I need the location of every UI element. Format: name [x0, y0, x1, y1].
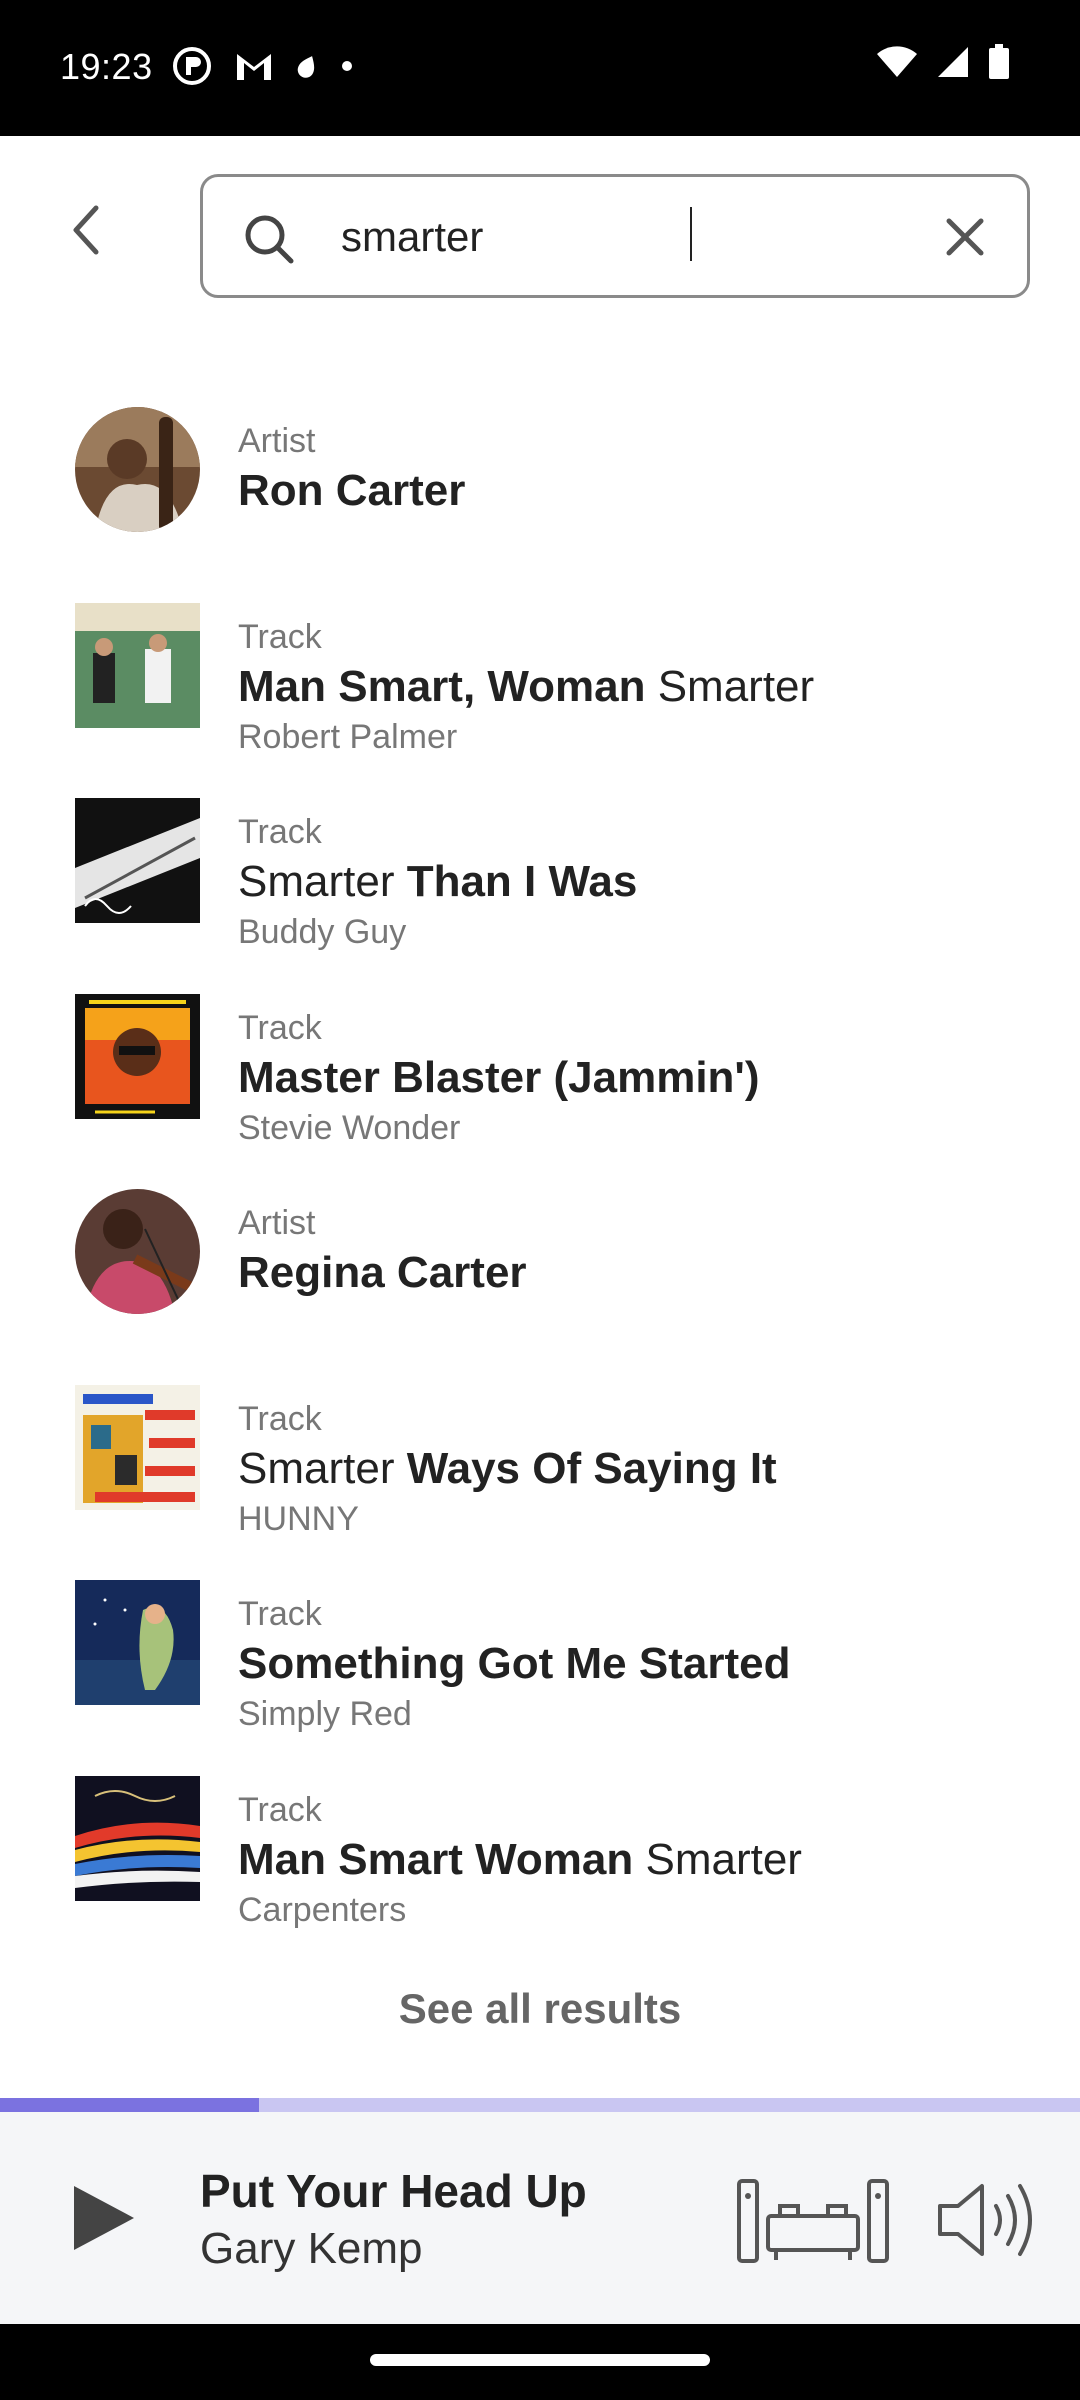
result-type: Artist — [238, 422, 316, 460]
status-time: 19:23 — [60, 46, 153, 87]
search-input[interactable] — [341, 207, 901, 267]
result-subtitle: Stevie Wonder — [238, 1108, 461, 1147]
result-text: Track Smarter Ways Of Saying It HUNNY — [238, 1399, 1040, 1541]
search-header — [0, 136, 1080, 336]
album-art-buddy-guy — [75, 798, 200, 923]
album-art-simply-red — [75, 1580, 200, 1705]
result-text: Artist Regina Carter — [238, 1203, 1040, 1301]
battery-icon — [989, 44, 1009, 79]
result-title: Man Smart, Woman Smarter — [238, 661, 815, 711]
wifi-icon — [877, 46, 917, 77]
speakers-icon[interactable] — [736, 2178, 890, 2264]
result-track-smarter-ways-of-saying-it[interactable]: Track Smarter Ways Of Saying It HUNNY — [0, 1373, 1080, 1569]
see-all-results-button[interactable]: See all results — [0, 1985, 1080, 2033]
home-indicator[interactable] — [370, 2354, 710, 2366]
result-type: Artist — [238, 1204, 316, 1242]
result-subtitle: Simply Red — [238, 1695, 412, 1733]
text-cursor — [690, 207, 692, 261]
volume-icon[interactable] — [936, 2180, 1036, 2260]
result-title: Smarter Ways Of Saying It — [238, 1443, 777, 1493]
album-art-robert-palmer — [75, 602, 200, 728]
gmail-icon — [237, 54, 271, 80]
result-title: Something Got Me Started — [238, 1639, 791, 1688]
artist-photo-regina-carter — [75, 1189, 200, 1314]
result-type: Track — [238, 617, 322, 656]
dot-icon — [342, 61, 352, 71]
result-title: Master Blaster (Jammin') — [238, 1052, 760, 1102]
artist-photo-ron-carter — [75, 407, 200, 532]
result-track-man-smart-woman-smarter-carpenters[interactable]: Track Man Smart Woman Smarter Carpenters — [0, 1764, 1080, 1960]
play-icon[interactable] — [64, 2178, 144, 2258]
search-results-list: Artist Ron Carter Track Man Smart, Woman… — [0, 395, 1080, 1959]
result-text: Track Smarter Than I Was Buddy Guy — [238, 812, 1040, 954]
result-text: Track Man Smart Woman Smarter Carpenters — [238, 1790, 1040, 1932]
notification-icon — [297, 56, 315, 78]
status-icons-right — [876, 44, 1010, 80]
now-playing-title: Put Your Head Up — [200, 2165, 587, 2217]
result-text: Track Master Blaster (Jammin') Stevie Wo… — [238, 1008, 1040, 1150]
result-artist-regina-carter[interactable]: Artist Regina Carter — [0, 1177, 1080, 1373]
result-title: Regina Carter — [238, 1248, 527, 1297]
result-text: Track Man Smart, Woman Smarter Robert Pa… — [238, 617, 1040, 759]
album-art-carpenters — [75, 1775, 200, 1901]
now-playing-artist: Gary Kemp — [200, 2224, 423, 2273]
playback-progress-fill — [0, 2098, 260, 2112]
back-button[interactable] — [56, 200, 116, 260]
result-subtitle: Carpenters — [238, 1890, 407, 1929]
chevron-left-icon — [73, 205, 99, 255]
result-text: Artist Ron Carter — [238, 421, 1040, 519]
search-box[interactable] — [200, 174, 1030, 298]
vpn-icon — [173, 47, 211, 85]
result-title: Ron Carter — [238, 466, 466, 515]
result-title: Man Smart Woman Smarter — [238, 1834, 802, 1884]
status-icons-left — [172, 46, 354, 86]
result-track-man-smart-woman-smarter[interactable]: Track Man Smart, Woman Smarter Robert Pa… — [0, 591, 1080, 787]
result-track-something-got-me-started[interactable]: Track Something Got Me Started Simply Re… — [0, 1568, 1080, 1764]
result-type: Track — [238, 1399, 322, 1438]
close-icon — [946, 218, 984, 256]
result-track-master-blaster[interactable]: Track Master Blaster (Jammin') Stevie Wo… — [0, 982, 1080, 1178]
result-type: Track — [238, 1008, 322, 1047]
result-type: Track — [238, 1595, 322, 1633]
result-subtitle: HUNNY — [238, 1499, 359, 1538]
result-text: Track Something Got Me Started Simply Re… — [238, 1594, 1040, 1736]
search-icon — [245, 215, 294, 264]
result-title: Smarter Than I Was — [238, 857, 638, 906]
clear-search-button[interactable] — [937, 209, 993, 265]
result-subtitle: Robert Palmer — [238, 717, 458, 756]
status-bar: 19:23 — [0, 0, 1080, 136]
playback-progress-bar[interactable] — [0, 2098, 1080, 2112]
result-track-smarter-than-i-was[interactable]: Track Smarter Than I Was Buddy Guy — [0, 786, 1080, 982]
result-artist-ron-carter[interactable]: Artist Ron Carter — [0, 395, 1080, 591]
result-type: Track — [238, 813, 322, 851]
system-nav-bar — [0, 2324, 1080, 2400]
result-type: Track — [238, 1790, 322, 1829]
album-art-stevie-wonder — [75, 993, 200, 1119]
now-playing-bar[interactable]: Put Your Head Up Gary Kemp — [0, 2112, 1080, 2324]
album-art-hunny — [75, 1384, 200, 1510]
signal-icon — [938, 47, 968, 77]
result-subtitle: Buddy Guy — [238, 913, 407, 951]
